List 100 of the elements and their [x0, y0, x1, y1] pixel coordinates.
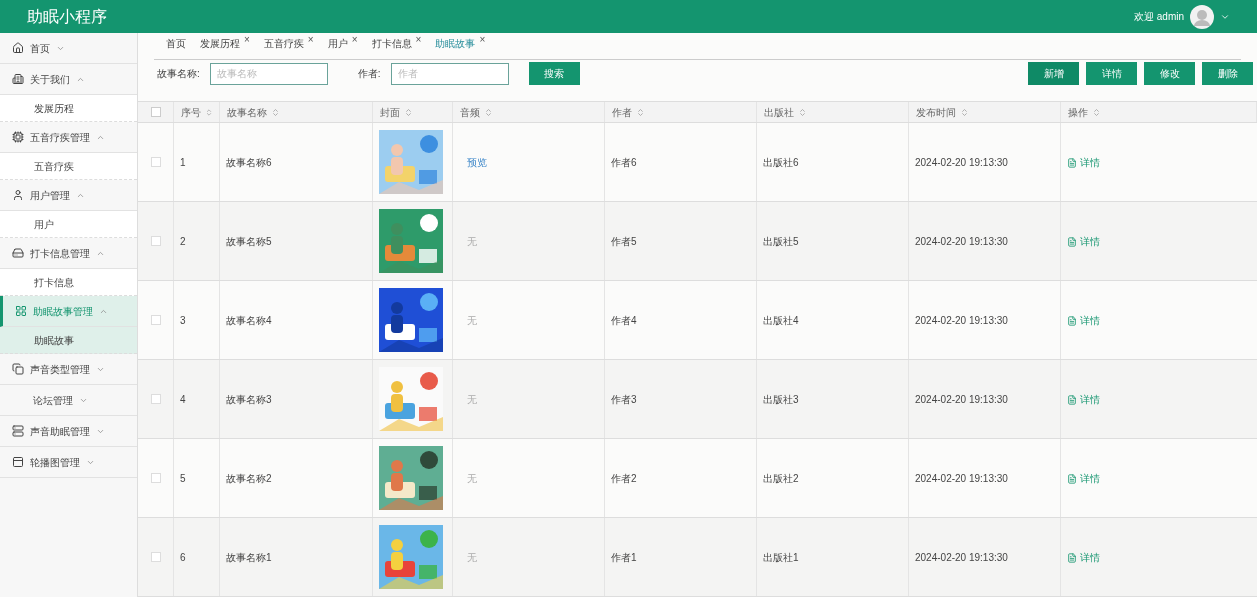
sort-icon[interactable] [404, 107, 413, 117]
submenu-item[interactable]: 五音疗疾 [0, 153, 137, 180]
details-link[interactable]: 详情 [1067, 392, 1100, 407]
close-icon[interactable]: × [479, 36, 486, 45]
document-icon [1067, 552, 1077, 563]
table-cell-text: 故事名称3 [226, 392, 272, 407]
column-header[interactable]: 封面 [379, 104, 400, 120]
tab[interactable]: 首页 [166, 36, 186, 52]
table-cell-text: 故事名称1 [226, 550, 272, 565]
sort-icon[interactable] [960, 107, 969, 117]
close-icon[interactable]: × [351, 36, 358, 45]
table-cell-text: 3 [180, 313, 186, 328]
table-cell-text: 4 [180, 392, 186, 407]
tab[interactable]: 助眠故事 × [435, 36, 486, 52]
row-checkbox[interactable] [150, 236, 161, 246]
document-icon [1067, 394, 1077, 405]
table-cell-text: 无 [466, 550, 477, 565]
sidebar-item[interactable]: 首页 [0, 33, 137, 64]
sidebar-item[interactable]: 声音类型管理 [0, 354, 137, 385]
table-cell-text: 5 [180, 471, 186, 486]
field-label: 故事名称: [157, 67, 200, 82]
table-cell-text: 无 [466, 234, 477, 249]
table-cell-text: 故事名称6 [226, 155, 272, 170]
tab[interactable]: 打卡信息 × [371, 36, 422, 52]
table-cell-text: 出版社2 [763, 471, 799, 486]
action-button[interactable]: 新增 [1028, 62, 1079, 86]
close-icon[interactable]: × [244, 36, 250, 45]
document-icon [1067, 473, 1077, 484]
action-button[interactable]: 删除 [1202, 62, 1253, 86]
search-button[interactable]: 搜索 [528, 62, 580, 86]
sort-icon[interactable] [484, 107, 493, 117]
table-cell-text: 出版社1 [763, 550, 799, 565]
sidebar-item[interactable]: 轮播图管理 [0, 447, 137, 478]
submenu-item[interactable]: 用户 [0, 211, 137, 238]
details-link[interactable]: 详情 [1067, 471, 1100, 486]
sort-icon[interactable] [1092, 107, 1101, 117]
search-field[interactable]: 故事名称 [209, 63, 328, 85]
table-cell-text: 2024-02-20 19:13:30 [915, 234, 1008, 249]
column-header[interactable]: 序号 [180, 104, 201, 120]
sort-icon[interactable] [636, 107, 645, 117]
row-checkbox[interactable] [150, 552, 161, 562]
table-cell-text: 2024-02-20 19:13:30 [915, 471, 1008, 486]
table-cell-text: 1 [180, 155, 186, 170]
field-label: 作者: [357, 67, 381, 82]
column-header[interactable]: 发布时间 [915, 104, 956, 120]
table-cell-text: 作者6 [611, 155, 637, 170]
column-header[interactable]: 作者 [611, 104, 632, 120]
action-button[interactable]: 修改 [1144, 62, 1195, 86]
table-cell-text: 故事名称5 [226, 234, 272, 249]
sort-icon[interactable] [205, 107, 213, 117]
table-cell-text: 出版社3 [763, 392, 799, 407]
column-header[interactable]: 音频 [459, 104, 480, 120]
submenu-item[interactable]: 发展历程 [0, 95, 137, 122]
table-cell-text: 作者4 [611, 313, 637, 328]
close-icon[interactable]: × [307, 36, 314, 45]
column-header[interactable]: 故事名称 [226, 104, 267, 120]
sort-icon[interactable] [798, 107, 807, 117]
details-link[interactable]: 详情 [1067, 155, 1100, 170]
sidebar-item[interactable]: 声音助眠管理 [0, 416, 137, 447]
details-link[interactable]: 详情 [1067, 234, 1100, 249]
submenu-item[interactable]: 打卡信息 [0, 269, 137, 296]
row-checkbox[interactable] [150, 394, 161, 404]
table-cell-text: 2024-02-20 19:13:30 [915, 155, 1008, 170]
row-checkbox[interactable] [150, 157, 161, 167]
details-link[interactable]: 详情 [1067, 550, 1100, 565]
table-cell-text: 作者3 [611, 392, 637, 407]
close-icon[interactable]: × [415, 36, 422, 45]
table-cell-text: 出版社4 [763, 313, 799, 328]
document-icon [1067, 315, 1077, 326]
avatar-icon[interactable] [1190, 4, 1214, 29]
app-title: 助眠小程序 [27, 6, 107, 27]
details-link[interactable]: 详情 [1067, 313, 1100, 328]
table-cell-text: 出版社6 [763, 155, 799, 170]
row-checkbox[interactable] [150, 473, 161, 483]
table-cell-text: 作者5 [611, 234, 637, 249]
table-cell-text: 2 [180, 234, 186, 249]
sort-icon[interactable] [271, 107, 280, 117]
table-cell-text: 作者1 [611, 550, 637, 565]
search-field[interactable]: 作者 [390, 63, 509, 85]
table-cell-text: 2024-02-20 19:13:30 [915, 392, 1008, 407]
column-header[interactable]: 操作 [1067, 104, 1088, 120]
table-cell-text: 无 [466, 392, 477, 407]
tab[interactable]: 用户 × [327, 36, 358, 52]
welcome-text: 欢迎 admin [1134, 10, 1184, 24]
table-cell-text: 出版社5 [763, 234, 799, 249]
tab[interactable]: 发展历程 × [200, 36, 250, 52]
select-all-checkbox[interactable] [150, 107, 161, 117]
submenu-item[interactable]: 助眠故事 [0, 327, 137, 354]
tab[interactable]: 五音疗疾 × [263, 36, 314, 52]
preview-link[interactable]: 预览 [459, 154, 487, 170]
table-cell-text: 6 [180, 550, 186, 565]
table-cell-text: 故事名称2 [226, 471, 272, 486]
table-cell-text: 无 [466, 313, 477, 328]
document-icon [1067, 236, 1077, 247]
row-checkbox[interactable] [150, 315, 161, 325]
column-header[interactable]: 出版社 [763, 104, 794, 120]
sidebar-item[interactable]: 论坛管理 [0, 385, 137, 416]
table-cell-text: 无 [466, 471, 477, 486]
table-cell-text: 作者2 [611, 471, 637, 486]
action-button[interactable]: 详情 [1086, 62, 1137, 86]
